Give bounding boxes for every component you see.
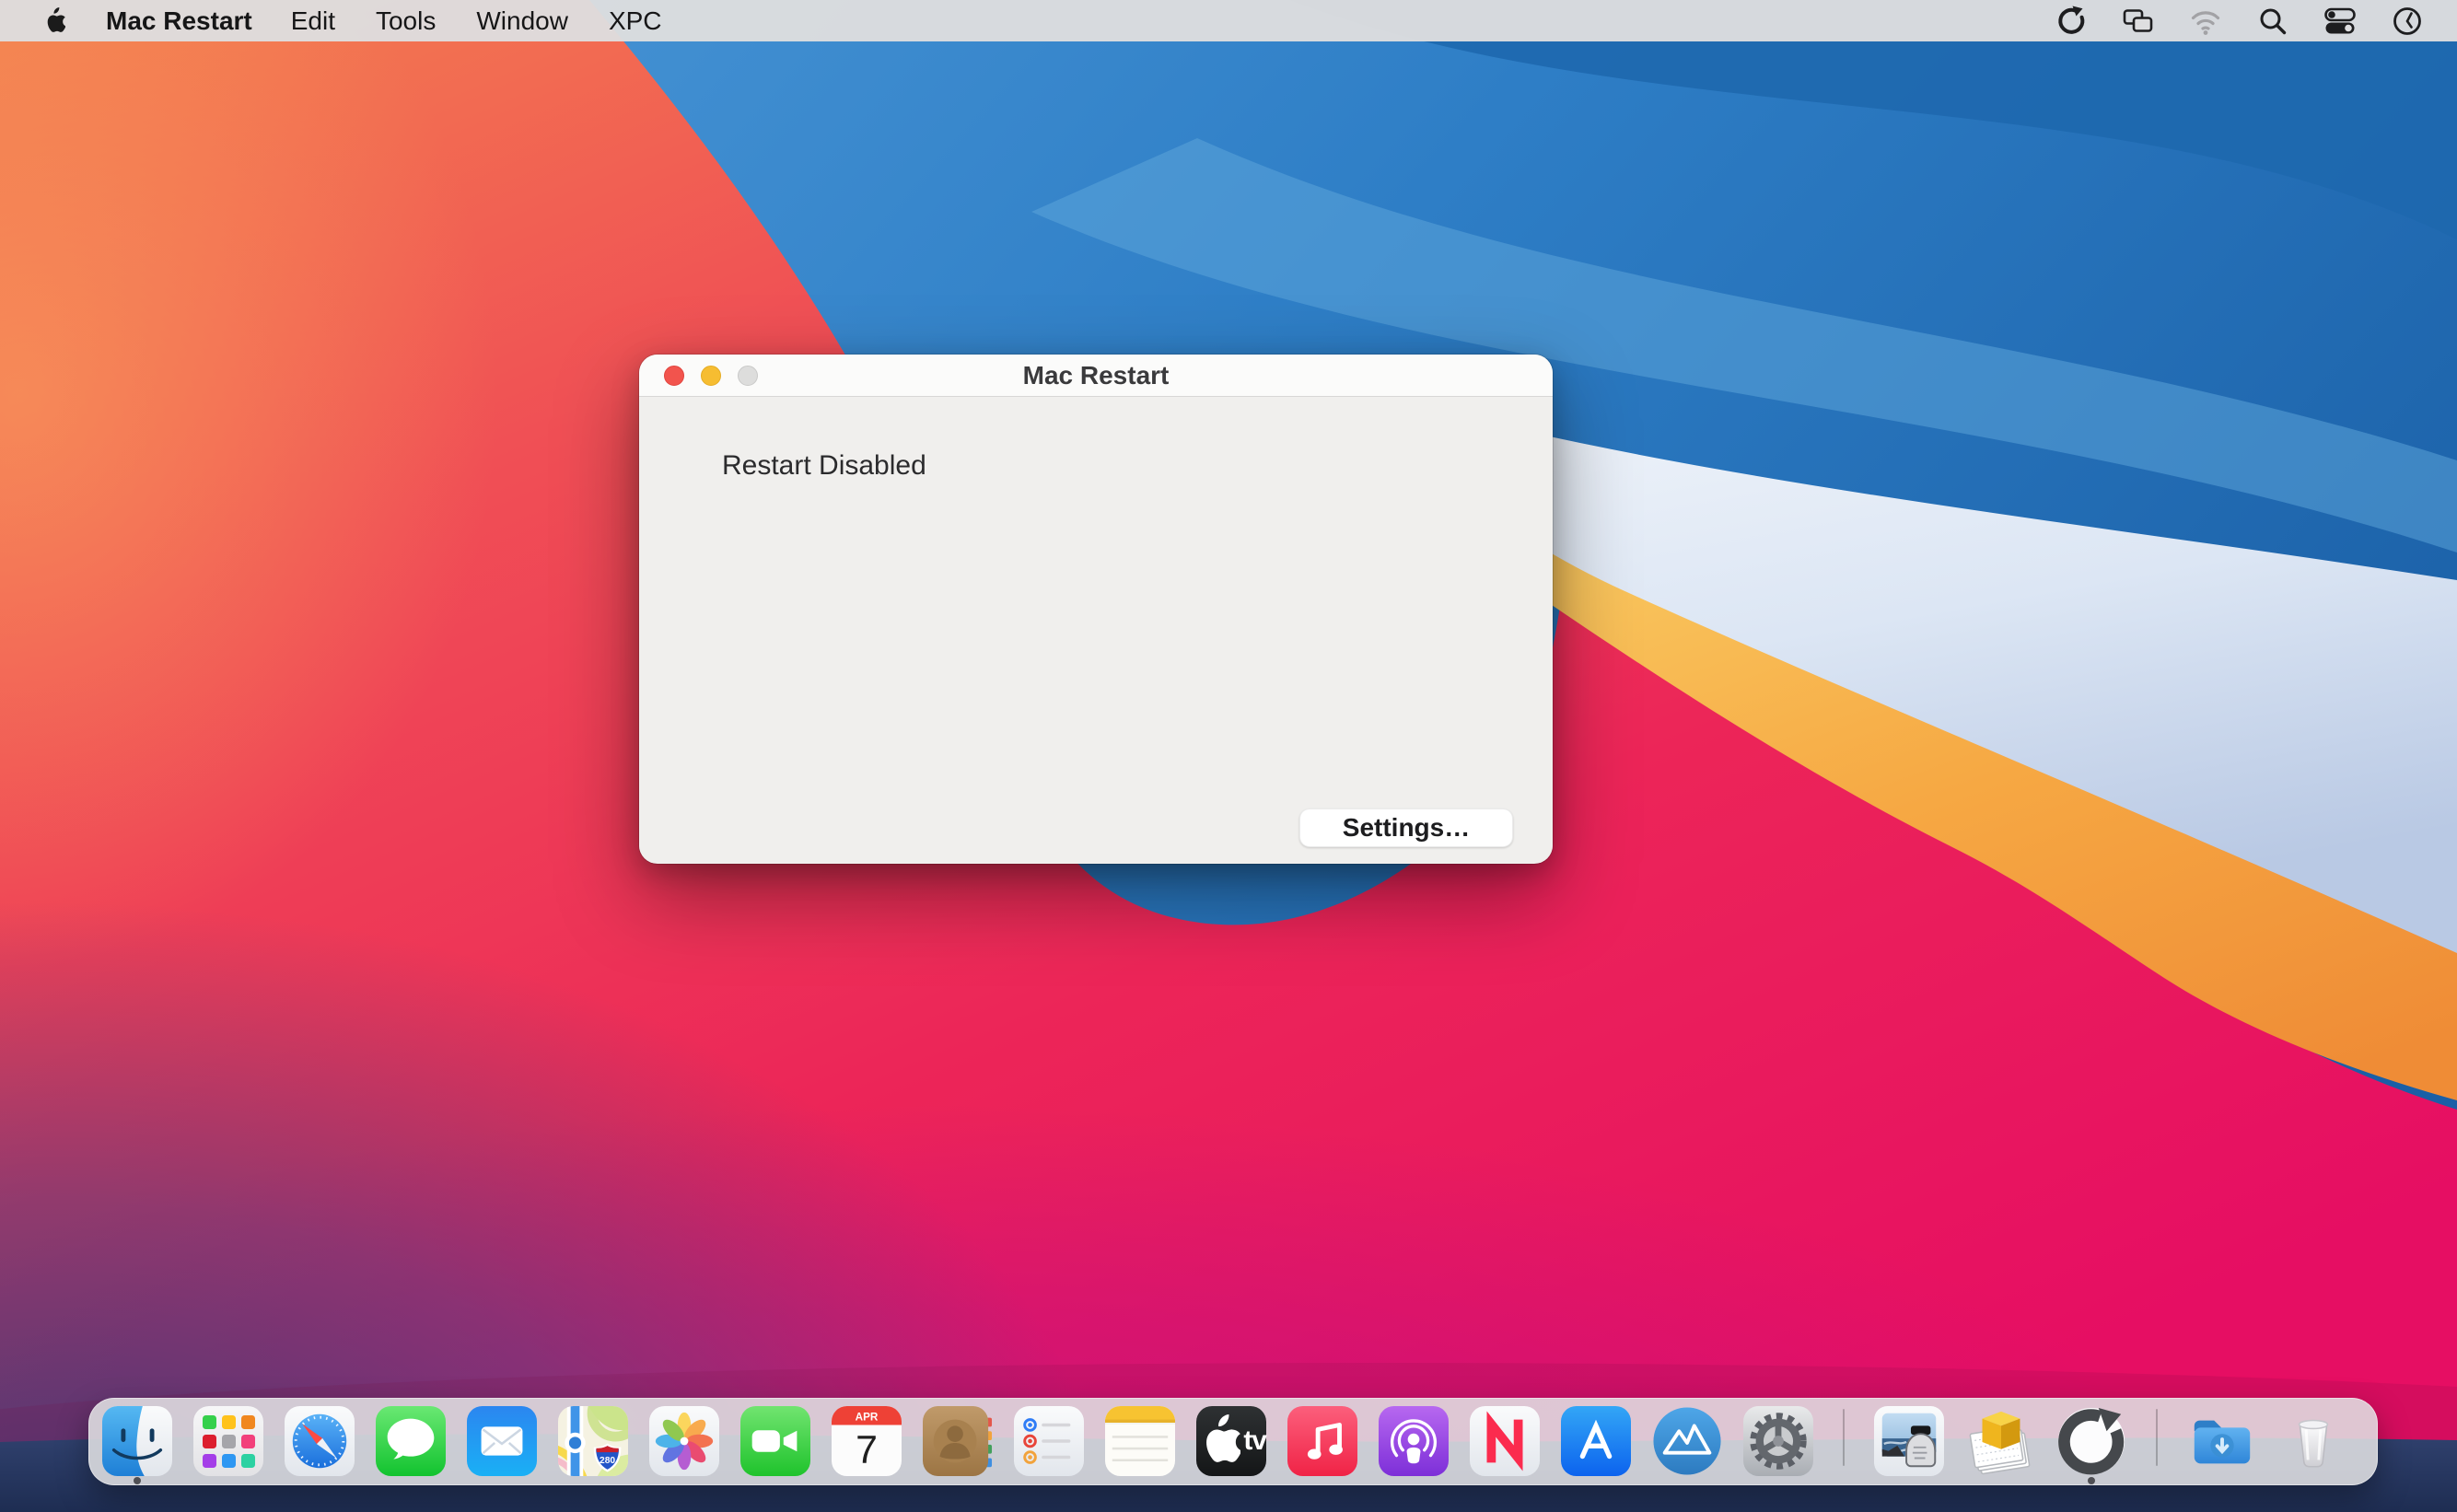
desktop: Mac Restart Edit Tools Window XPC <box>0 0 2457 1512</box>
dock-item-maps[interactable]: 280 <box>558 1406 628 1476</box>
dock-item-contacts[interactable] <box>923 1406 993 1476</box>
dock-item-system-preferences[interactable] <box>1743 1406 1813 1476</box>
dock-item-trash[interactable] <box>2278 1406 2348 1476</box>
screen-mirroring-icon[interactable] <box>2122 5 2155 38</box>
dock: 280 <box>88 1398 2378 1485</box>
wifi-icon[interactable] <box>2189 5 2222 38</box>
dock-item-apple-tv[interactable]: tv <box>1196 1406 1266 1476</box>
close-button[interactable] <box>664 366 684 386</box>
window-title: Mac Restart <box>1023 361 1170 390</box>
calendar-month: APR <box>856 1412 879 1424</box>
menu-tools[interactable]: Tools <box>376 6 436 36</box>
apple-icon <box>42 7 65 35</box>
dock-divider <box>2156 1409 2158 1466</box>
window-titlebar[interactable]: Mac Restart <box>639 355 1553 397</box>
dock-item-finder[interactable] <box>102 1406 172 1476</box>
running-indicator <box>134 1477 141 1484</box>
dock-item-mail[interactable] <box>467 1406 537 1476</box>
dock-item-notes[interactable] <box>1105 1406 1175 1476</box>
tv-label: tv <box>1243 1425 1266 1457</box>
spotlight-search-icon[interactable] <box>2256 5 2289 38</box>
maps-shield-label: 280 <box>600 1456 615 1466</box>
settings-button[interactable]: Settings… <box>1299 808 1513 847</box>
dock-item-mac-restart[interactable] <box>2056 1406 2126 1476</box>
dock-item-safari[interactable] <box>285 1406 355 1476</box>
menu-xpc[interactable]: XPC <box>609 6 662 36</box>
control-center-icon[interactable] <box>2323 5 2357 38</box>
calendar-day: 7 <box>856 1427 878 1471</box>
menu-edit[interactable]: Edit <box>291 6 335 36</box>
zoom-button-disabled[interactable] <box>738 366 758 386</box>
menu-window[interactable]: Window <box>476 6 568 36</box>
dock-item-photos[interactable] <box>649 1406 719 1476</box>
dock-item-music[interactable] <box>1287 1406 1357 1476</box>
dock-item-downloads[interactable] <box>2187 1406 2257 1476</box>
apple-icon-white <box>1196 1406 1240 1476</box>
dock-item-reminders[interactable] <box>1014 1406 1084 1476</box>
dock-item-app-store[interactable] <box>1561 1406 1631 1476</box>
dock-item-app-cleaner[interactable] <box>1652 1406 1722 1476</box>
window-content: Restart Disabled Settings… <box>639 397 1553 863</box>
dock-item-installer-package[interactable] <box>1965 1406 2035 1476</box>
app-window: Mac Restart Restart Disabled Settings… <box>639 355 1553 864</box>
dock-item-launchpad[interactable] <box>193 1406 263 1476</box>
menu-bar-status <box>2055 5 2457 38</box>
dock-item-messages[interactable] <box>376 1406 446 1476</box>
launchpad-grid <box>193 1406 263 1476</box>
status-message: Restart Disabled <box>639 397 1553 482</box>
dock-item-calendar[interactable]: APR 7 <box>832 1406 902 1476</box>
minimize-button[interactable] <box>701 366 721 386</box>
restart-icon[interactable] <box>2055 5 2088 38</box>
dock-item-podcasts[interactable] <box>1379 1406 1449 1476</box>
clock-icon[interactable] <box>2391 5 2424 38</box>
apple-tv-face: tv <box>1196 1406 1266 1476</box>
apple-menu[interactable] <box>42 7 65 35</box>
dock-item-news[interactable] <box>1470 1406 1540 1476</box>
menu-bar-left: Mac Restart Edit Tools Window XPC <box>0 6 703 36</box>
dock-item-facetime[interactable] <box>740 1406 810 1476</box>
running-indicator <box>2088 1477 2095 1484</box>
menu-bar: Mac Restart Edit Tools Window XPC <box>0 0 2457 41</box>
dock-item-preview[interactable] <box>1874 1406 1944 1476</box>
traffic-lights <box>664 355 758 396</box>
dock-divider <box>1843 1409 1845 1466</box>
menu-app-name[interactable]: Mac Restart <box>106 6 252 36</box>
